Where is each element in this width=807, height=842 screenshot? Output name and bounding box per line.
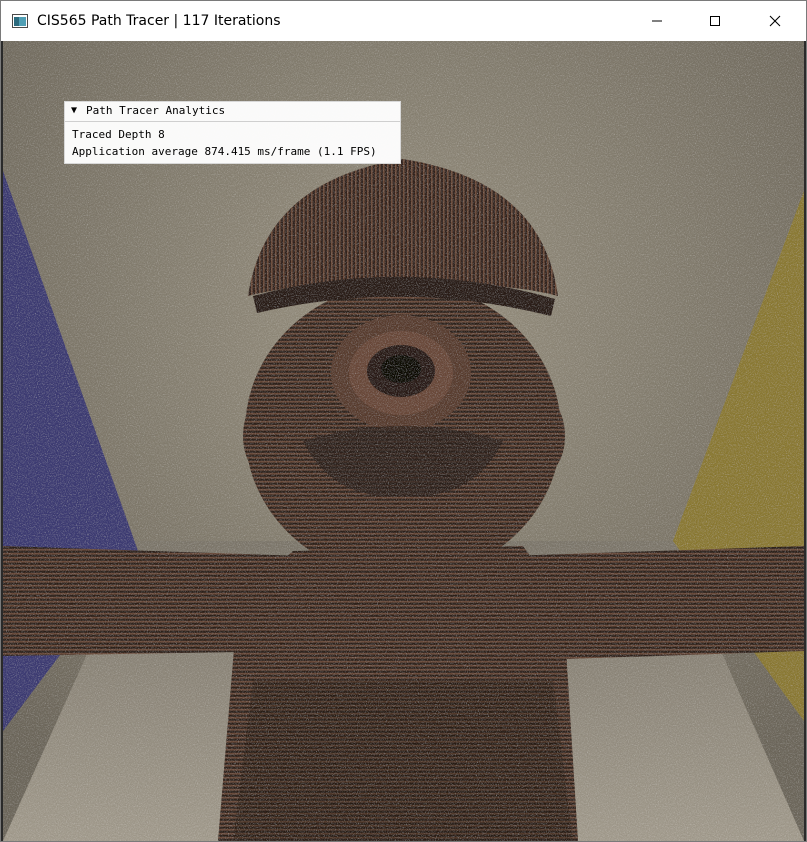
app-window: CIS565 Path Tracer | 117 Iterations ▼ Pa…	[0, 0, 807, 842]
minimize-button[interactable]	[628, 1, 686, 41]
figure-left-arm	[3, 546, 303, 656]
analytics-header[interactable]: ▼ Path Tracer Analytics	[65, 102, 400, 122]
maximize-button[interactable]	[686, 1, 744, 41]
window-title: CIS565 Path Tracer | 117 Iterations	[37, 13, 281, 29]
traced-depth-text: Traced Depth 8	[72, 128, 165, 141]
title-bar[interactable]: CIS565 Path Tracer | 117 Iterations	[1, 1, 806, 41]
figure-right-arm	[508, 546, 804, 661]
maximize-icon	[710, 16, 720, 26]
figure-right-ear	[521, 398, 565, 474]
minimize-icon	[652, 20, 662, 22]
close-button[interactable]	[744, 1, 806, 41]
analytics-title: Path Tracer Analytics	[86, 104, 226, 117]
close-icon	[769, 15, 781, 27]
collapse-arrow-icon[interactable]: ▼	[71, 105, 77, 116]
analytics-panel[interactable]: ▼ Path Tracer Analytics Traced Depth 8 A…	[64, 101, 401, 164]
frame-stats-text: Application average 874.415 ms/frame (1.…	[72, 145, 377, 158]
figure-left-ear	[243, 398, 287, 474]
render-viewport[interactable]: ▼ Path Tracer Analytics Traced Depth 8 A…	[3, 41, 804, 841]
app-icon	[12, 13, 28, 28]
